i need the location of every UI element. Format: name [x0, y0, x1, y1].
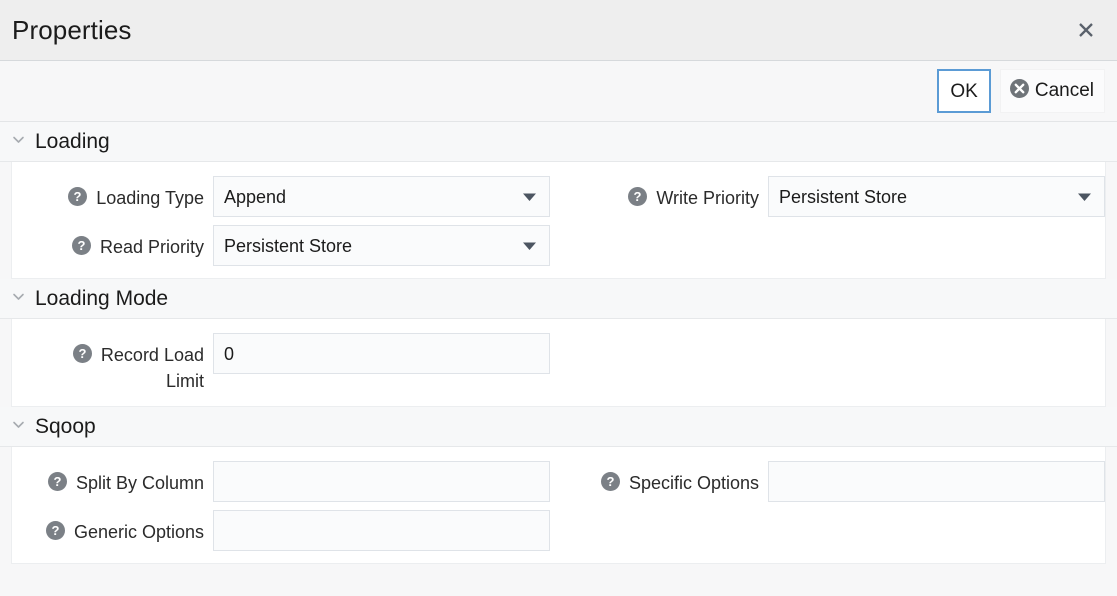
- field-record-load-limit: ? Record Load Limit 0: [12, 329, 550, 398]
- section-body-loading-mode: ? Record Load Limit 0: [11, 319, 1106, 408]
- section-header-loading[interactable]: Loading: [0, 122, 1117, 162]
- close-icon[interactable]: [1069, 13, 1103, 47]
- chevron-down-icon: [11, 417, 26, 437]
- chevron-down-icon: [11, 289, 26, 309]
- help-icon[interactable]: ?: [45, 520, 66, 546]
- svg-text:?: ?: [77, 238, 85, 253]
- section-body-sqoop: ? Split By Column ? Specific Options ? G…: [11, 447, 1106, 565]
- field-generic-options: ? Generic Options: [12, 506, 550, 555]
- chevron-down-icon: [11, 132, 26, 152]
- loading-type-value: Append: [224, 186, 287, 207]
- triangle-down-icon: [522, 186, 537, 207]
- field-label: Read Priority: [99, 237, 204, 257]
- section-title: Loading Mode: [35, 287, 169, 310]
- field-empty-slot: [550, 329, 1105, 337]
- field-specific-options: ? Specific Options: [550, 457, 1105, 506]
- field-empty-slot: [550, 506, 1105, 514]
- dialog-action-toolbar: OK Cancel: [0, 61, 1117, 122]
- help-icon[interactable]: ?: [71, 235, 92, 261]
- properties-form: Loading ? Loading Type Append ? Write Pr…: [0, 122, 1117, 596]
- record-load-limit-input[interactable]: 0: [213, 333, 550, 374]
- record-load-limit-value: 0: [224, 343, 235, 364]
- form-row: ? Generic Options: [12, 506, 1105, 555]
- field-read-priority: ? Read Priority Persistent Store: [12, 221, 550, 270]
- field-label: Write Priority: [656, 188, 759, 208]
- read-priority-value: Persistent Store: [224, 235, 353, 256]
- svg-text:?: ?: [53, 474, 61, 489]
- section-title: Sqoop: [35, 415, 96, 439]
- svg-text:?: ?: [51, 523, 59, 538]
- form-row: ? Record Load Limit 0: [12, 329, 1105, 398]
- section-sqoop: Sqoop ? Split By Column ? Specific Optio…: [0, 407, 1117, 565]
- field-loading-type: ? Loading Type Append: [12, 172, 550, 221]
- section-loading: Loading ? Loading Type Append ? Write Pr…: [0, 122, 1117, 279]
- form-row: ? Read Priority Persistent Store: [12, 221, 1105, 270]
- properties-dialog: Properties OK Cancel Loading ? Loading T…: [0, 0, 1117, 596]
- form-row: ? Split By Column ? Specific Options: [12, 457, 1105, 506]
- cancel-button[interactable]: Cancel: [999, 69, 1105, 113]
- field-label: Record Load Limit: [100, 345, 204, 392]
- circle-x-icon: [1009, 78, 1030, 105]
- section-loading-mode: Loading Mode ? Record Load Limit 0: [0, 279, 1117, 408]
- section-header-loading-mode[interactable]: Loading Mode: [0, 279, 1117, 319]
- ok-button[interactable]: OK: [937, 69, 991, 113]
- svg-text:?: ?: [74, 189, 82, 204]
- svg-text:?: ?: [78, 346, 86, 361]
- help-icon[interactable]: ?: [600, 471, 621, 497]
- field-label: Generic Options: [73, 522, 204, 543]
- split-by-column-input[interactable]: [213, 461, 550, 503]
- read-priority-select[interactable]: Persistent Store: [213, 225, 550, 266]
- field-label: Specific Options: [628, 473, 759, 494]
- triangle-down-icon: [522, 235, 537, 256]
- field-split-by-column: ? Split By Column: [12, 457, 550, 506]
- write-priority-select[interactable]: Persistent Store: [768, 176, 1105, 217]
- loading-type-select[interactable]: Append: [213, 176, 550, 217]
- svg-text:?: ?: [634, 189, 642, 204]
- field-write-priority: ? Write Priority Persistent Store: [550, 172, 1105, 221]
- form-row: ? Loading Type Append ? Write Priority P…: [12, 172, 1105, 221]
- dialog-title: Properties: [12, 15, 132, 45]
- specific-options-input[interactable]: [768, 461, 1105, 503]
- section-header-sqoop[interactable]: Sqoop: [0, 407, 1117, 448]
- field-empty-slot: [550, 221, 1105, 229]
- help-icon[interactable]: ?: [627, 186, 648, 212]
- field-label: Loading Type: [96, 188, 204, 208]
- dialog-titlebar: Properties: [0, 0, 1117, 61]
- help-icon[interactable]: ?: [67, 186, 88, 212]
- triangle-down-icon: [1077, 186, 1092, 207]
- field-label: Split By Column: [75, 473, 204, 494]
- help-icon[interactable]: ?: [47, 471, 68, 497]
- svg-text:?: ?: [606, 474, 614, 489]
- section-title: Loading: [35, 130, 110, 153]
- generic-options-input[interactable]: [213, 510, 550, 552]
- cancel-button-label: Cancel: [1034, 80, 1094, 101]
- help-icon[interactable]: ?: [72, 343, 93, 369]
- write-priority-value: Persistent Store: [779, 186, 908, 207]
- section-body-loading: ? Loading Type Append ? Write Priority P…: [11, 162, 1106, 279]
